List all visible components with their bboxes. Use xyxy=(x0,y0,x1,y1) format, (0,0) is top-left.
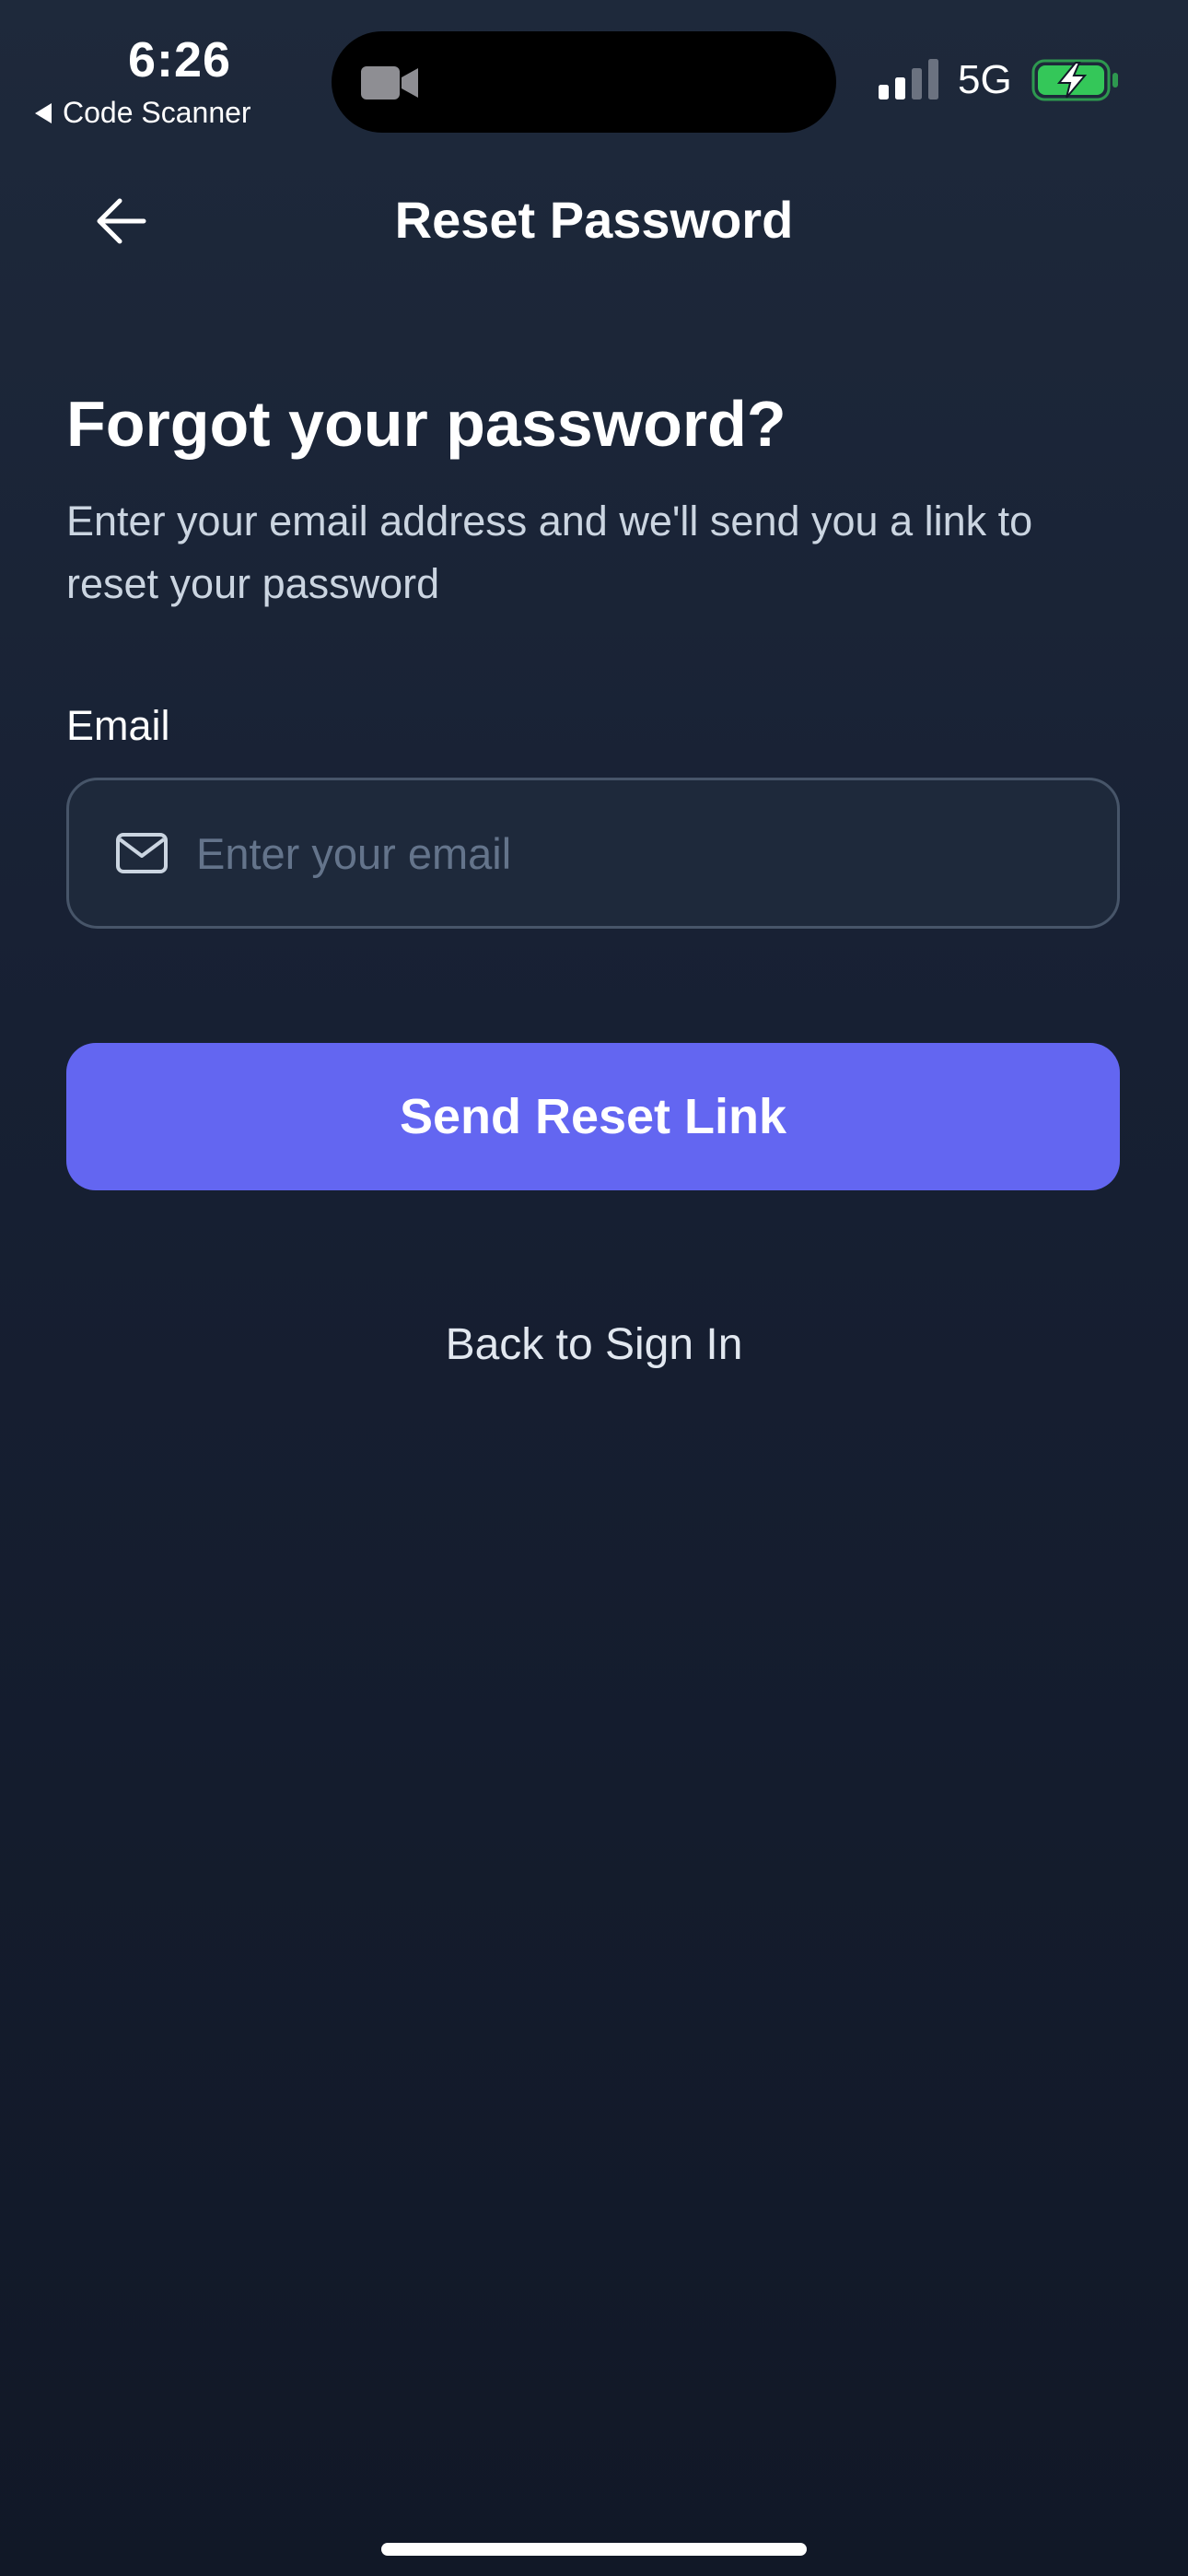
instructions-text: Enter your email address and we'll send … xyxy=(66,498,1033,607)
forgot-password-heading: Forgot your password? xyxy=(66,388,786,460)
reset-password-screen: 6:26 Code Scanner 5G Reset Password Forg… xyxy=(0,0,1188,2576)
mail-icon xyxy=(115,832,169,874)
email-input[interactable] xyxy=(194,806,1117,900)
back-triangle-icon xyxy=(35,102,52,123)
signal-icon xyxy=(879,59,938,100)
network-type: 5G xyxy=(958,57,1012,102)
video-camera-icon xyxy=(361,66,418,100)
email-field[interactable] xyxy=(66,778,1120,929)
home-indicator[interactable] xyxy=(381,2543,807,2556)
email-label: Email xyxy=(66,702,170,749)
battery-charging-icon xyxy=(1031,59,1118,101)
back-to-sign-in-link[interactable]: Back to Sign In xyxy=(0,1319,1188,1370)
page-title: Reset Password xyxy=(394,191,794,249)
status-time: 6:26 xyxy=(127,32,232,88)
dynamic-island xyxy=(332,31,836,133)
back-app-label: Code Scanner xyxy=(63,96,251,129)
back-to-app-link[interactable]: Code Scanner xyxy=(35,96,251,130)
send-reset-link-button[interactable]: Send Reset Link xyxy=(66,1043,1120,1190)
